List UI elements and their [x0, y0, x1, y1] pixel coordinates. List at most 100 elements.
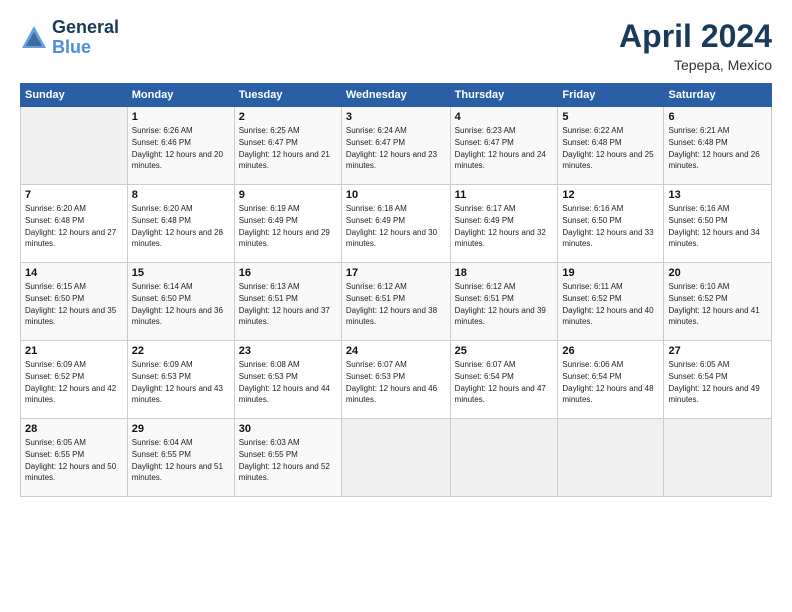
header: General Blue April 2024 Tepepa, Mexico — [20, 18, 772, 73]
day-number: 1 — [132, 111, 230, 123]
header-row: Sunday Monday Tuesday Wednesday Thursday… — [21, 84, 772, 107]
day-number: 16 — [239, 267, 337, 279]
day-info: Sunrise: 6:05 AMSunset: 6:54 PMDaylight:… — [668, 360, 759, 404]
col-thursday: Thursday — [450, 84, 558, 107]
day-number: 13 — [668, 189, 767, 201]
day-number: 3 — [346, 111, 446, 123]
day-cell: 21 Sunrise: 6:09 AMSunset: 6:52 PMDaylig… — [21, 341, 128, 419]
day-number: 27 — [668, 345, 767, 357]
week-row-1: 1 Sunrise: 6:26 AMSunset: 6:46 PMDayligh… — [21, 107, 772, 185]
day-cell — [341, 419, 450, 497]
day-info: Sunrise: 6:09 AMSunset: 6:52 PMDaylight:… — [25, 360, 116, 404]
day-cell: 12 Sunrise: 6:16 AMSunset: 6:50 PMDaylig… — [558, 185, 664, 263]
day-number: 8 — [132, 189, 230, 201]
day-number: 22 — [132, 345, 230, 357]
day-number: 5 — [562, 111, 659, 123]
col-sunday: Sunday — [21, 84, 128, 107]
day-cell: 5 Sunrise: 6:22 AMSunset: 6:48 PMDayligh… — [558, 107, 664, 185]
day-info: Sunrise: 6:17 AMSunset: 6:49 PMDaylight:… — [455, 204, 546, 248]
day-number: 20 — [668, 267, 767, 279]
week-row-3: 14 Sunrise: 6:15 AMSunset: 6:50 PMDaylig… — [21, 263, 772, 341]
calendar-page: General Blue April 2024 Tepepa, Mexico S… — [0, 0, 792, 612]
day-info: Sunrise: 6:07 AMSunset: 6:53 PMDaylight:… — [346, 360, 437, 404]
day-cell: 11 Sunrise: 6:17 AMSunset: 6:49 PMDaylig… — [450, 185, 558, 263]
day-cell: 27 Sunrise: 6:05 AMSunset: 6:54 PMDaylig… — [664, 341, 772, 419]
day-cell — [450, 419, 558, 497]
logo-icon — [20, 24, 48, 52]
day-number: 12 — [562, 189, 659, 201]
day-cell: 19 Sunrise: 6:11 AMSunset: 6:52 PMDaylig… — [558, 263, 664, 341]
logo: General Blue — [20, 18, 119, 58]
day-info: Sunrise: 6:22 AMSunset: 6:48 PMDaylight:… — [562, 126, 653, 170]
day-number: 18 — [455, 267, 554, 279]
day-info: Sunrise: 6:15 AMSunset: 6:50 PMDaylight:… — [25, 282, 116, 326]
day-info: Sunrise: 6:21 AMSunset: 6:48 PMDaylight:… — [668, 126, 759, 170]
day-number: 11 — [455, 189, 554, 201]
col-friday: Friday — [558, 84, 664, 107]
day-info: Sunrise: 6:24 AMSunset: 6:47 PMDaylight:… — [346, 126, 437, 170]
day-info: Sunrise: 6:12 AMSunset: 6:51 PMDaylight:… — [455, 282, 546, 326]
day-info: Sunrise: 6:05 AMSunset: 6:55 PMDaylight:… — [25, 438, 116, 482]
day-cell: 24 Sunrise: 6:07 AMSunset: 6:53 PMDaylig… — [341, 341, 450, 419]
day-cell: 25 Sunrise: 6:07 AMSunset: 6:54 PMDaylig… — [450, 341, 558, 419]
day-cell: 30 Sunrise: 6:03 AMSunset: 6:55 PMDaylig… — [234, 419, 341, 497]
day-cell: 4 Sunrise: 6:23 AMSunset: 6:47 PMDayligh… — [450, 107, 558, 185]
col-saturday: Saturday — [664, 84, 772, 107]
logo-blue: Blue — [52, 38, 119, 58]
day-info: Sunrise: 6:14 AMSunset: 6:50 PMDaylight:… — [132, 282, 223, 326]
day-cell: 26 Sunrise: 6:06 AMSunset: 6:54 PMDaylig… — [558, 341, 664, 419]
day-info: Sunrise: 6:03 AMSunset: 6:55 PMDaylight:… — [239, 438, 330, 482]
logo-text: General Blue — [52, 18, 119, 58]
day-number: 23 — [239, 345, 337, 357]
day-cell: 9 Sunrise: 6:19 AMSunset: 6:49 PMDayligh… — [234, 185, 341, 263]
day-cell: 8 Sunrise: 6:20 AMSunset: 6:48 PMDayligh… — [127, 185, 234, 263]
day-info: Sunrise: 6:10 AMSunset: 6:52 PMDaylight:… — [668, 282, 759, 326]
day-cell: 13 Sunrise: 6:16 AMSunset: 6:50 PMDaylig… — [664, 185, 772, 263]
title-area: April 2024 Tepepa, Mexico — [619, 18, 772, 73]
day-info: Sunrise: 6:23 AMSunset: 6:47 PMDaylight:… — [455, 126, 546, 170]
day-number: 19 — [562, 267, 659, 279]
day-info: Sunrise: 6:08 AMSunset: 6:53 PMDaylight:… — [239, 360, 330, 404]
day-number: 28 — [25, 423, 123, 435]
day-number: 29 — [132, 423, 230, 435]
day-info: Sunrise: 6:04 AMSunset: 6:55 PMDaylight:… — [132, 438, 223, 482]
day-cell: 18 Sunrise: 6:12 AMSunset: 6:51 PMDaylig… — [450, 263, 558, 341]
logo-general: General — [52, 18, 119, 38]
day-number: 9 — [239, 189, 337, 201]
day-info: Sunrise: 6:19 AMSunset: 6:49 PMDaylight:… — [239, 204, 330, 248]
day-info: Sunrise: 6:06 AMSunset: 6:54 PMDaylight:… — [562, 360, 653, 404]
day-cell: 6 Sunrise: 6:21 AMSunset: 6:48 PMDayligh… — [664, 107, 772, 185]
day-number: 26 — [562, 345, 659, 357]
day-number: 10 — [346, 189, 446, 201]
day-number: 30 — [239, 423, 337, 435]
day-cell: 20 Sunrise: 6:10 AMSunset: 6:52 PMDaylig… — [664, 263, 772, 341]
day-cell: 17 Sunrise: 6:12 AMSunset: 6:51 PMDaylig… — [341, 263, 450, 341]
day-cell — [21, 107, 128, 185]
week-row-2: 7 Sunrise: 6:20 AMSunset: 6:48 PMDayligh… — [21, 185, 772, 263]
day-number: 24 — [346, 345, 446, 357]
day-cell: 3 Sunrise: 6:24 AMSunset: 6:47 PMDayligh… — [341, 107, 450, 185]
day-info: Sunrise: 6:12 AMSunset: 6:51 PMDaylight:… — [346, 282, 437, 326]
day-cell: 16 Sunrise: 6:13 AMSunset: 6:51 PMDaylig… — [234, 263, 341, 341]
day-number: 2 — [239, 111, 337, 123]
day-info: Sunrise: 6:13 AMSunset: 6:51 PMDaylight:… — [239, 282, 330, 326]
day-info: Sunrise: 6:18 AMSunset: 6:49 PMDaylight:… — [346, 204, 437, 248]
day-info: Sunrise: 6:11 AMSunset: 6:52 PMDaylight:… — [562, 282, 653, 326]
day-info: Sunrise: 6:26 AMSunset: 6:46 PMDaylight:… — [132, 126, 223, 170]
day-number: 15 — [132, 267, 230, 279]
col-tuesday: Tuesday — [234, 84, 341, 107]
day-cell: 10 Sunrise: 6:18 AMSunset: 6:49 PMDaylig… — [341, 185, 450, 263]
day-number: 6 — [668, 111, 767, 123]
day-cell: 2 Sunrise: 6:25 AMSunset: 6:47 PMDayligh… — [234, 107, 341, 185]
day-cell — [664, 419, 772, 497]
day-cell: 23 Sunrise: 6:08 AMSunset: 6:53 PMDaylig… — [234, 341, 341, 419]
calendar-table: Sunday Monday Tuesday Wednesday Thursday… — [20, 83, 772, 497]
day-cell — [558, 419, 664, 497]
day-cell: 1 Sunrise: 6:26 AMSunset: 6:46 PMDayligh… — [127, 107, 234, 185]
day-info: Sunrise: 6:09 AMSunset: 6:53 PMDaylight:… — [132, 360, 223, 404]
day-cell: 28 Sunrise: 6:05 AMSunset: 6:55 PMDaylig… — [21, 419, 128, 497]
day-number: 4 — [455, 111, 554, 123]
day-cell: 22 Sunrise: 6:09 AMSunset: 6:53 PMDaylig… — [127, 341, 234, 419]
day-number: 7 — [25, 189, 123, 201]
week-row-4: 21 Sunrise: 6:09 AMSunset: 6:52 PMDaylig… — [21, 341, 772, 419]
